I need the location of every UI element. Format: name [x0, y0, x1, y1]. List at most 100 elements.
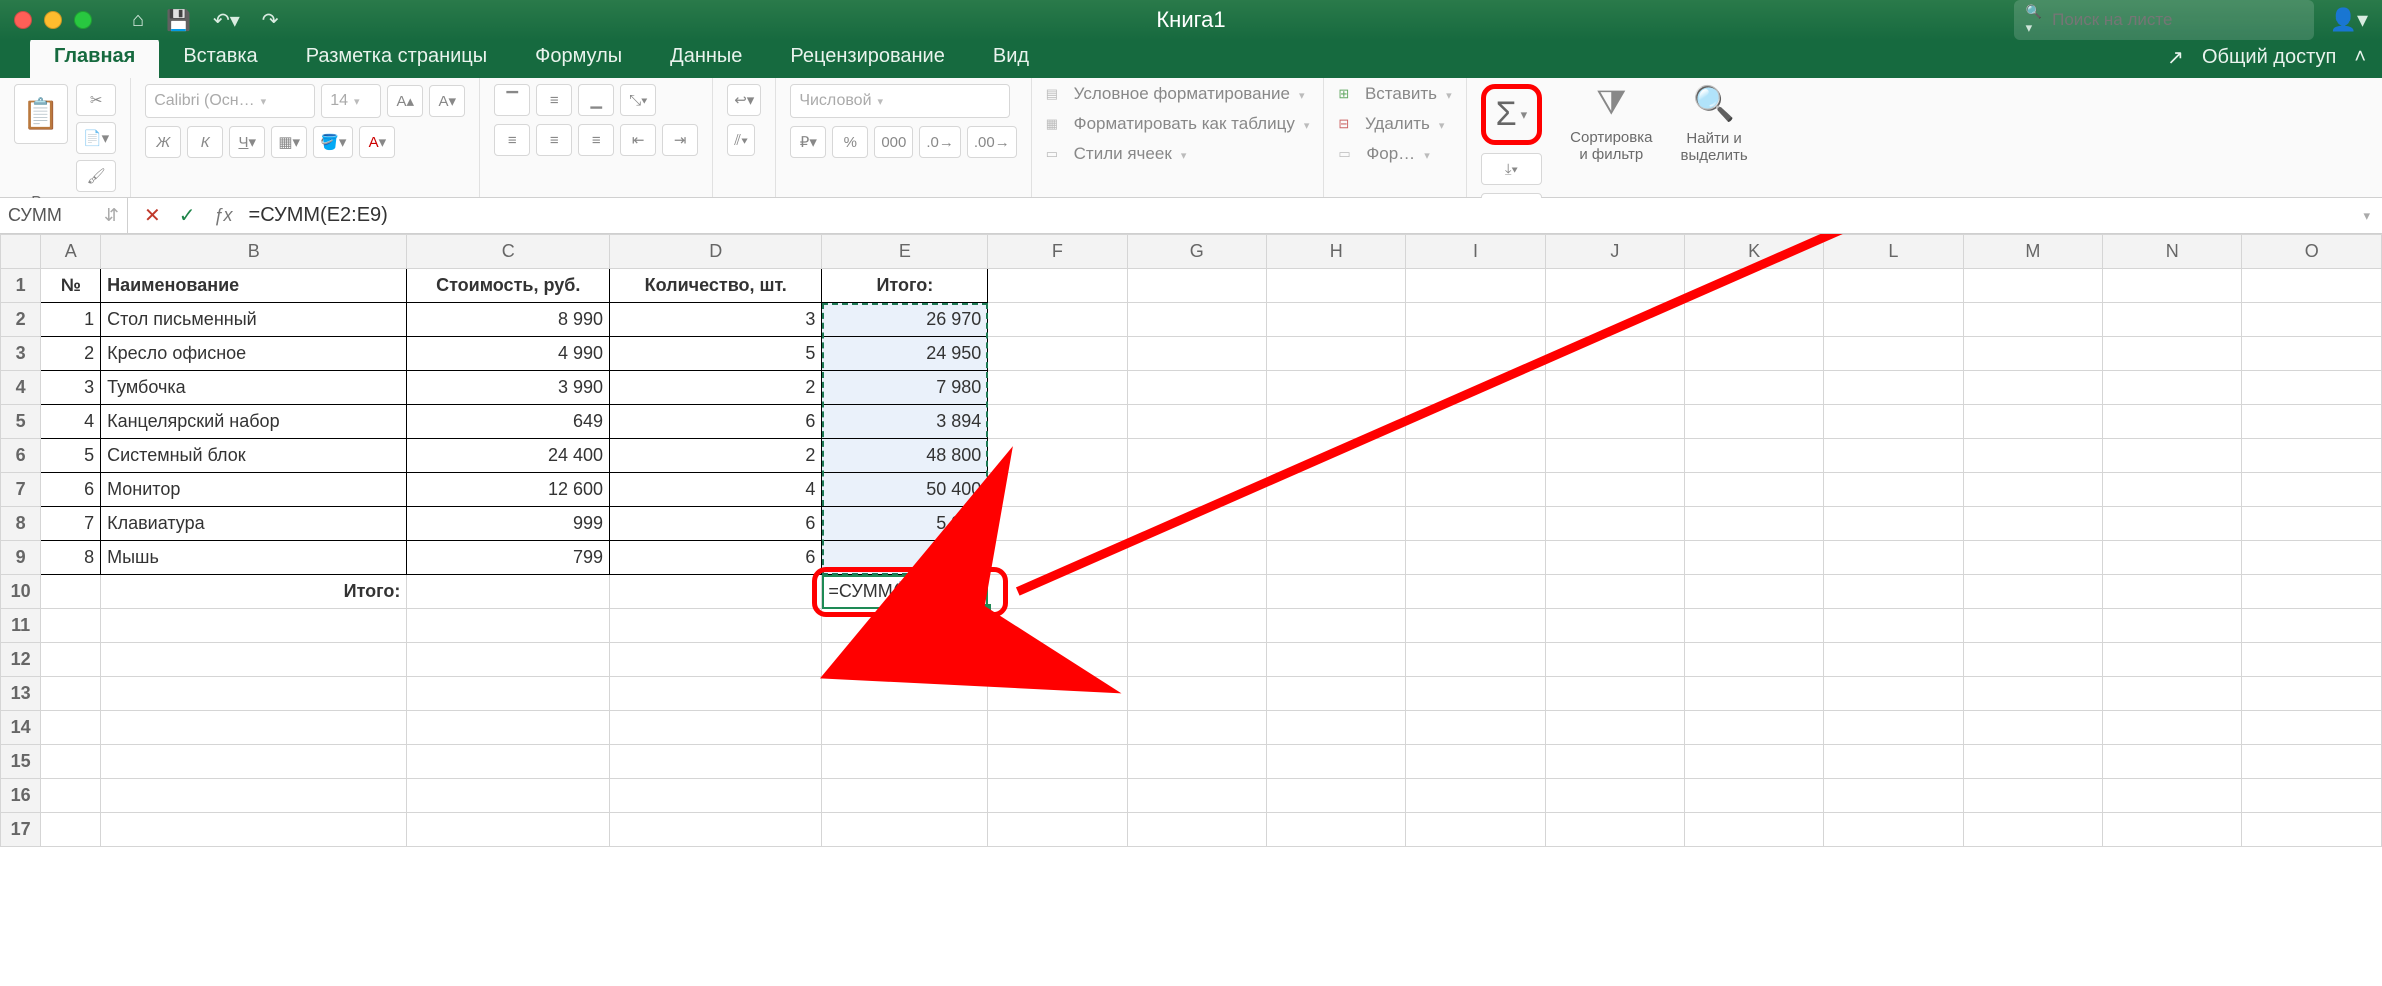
cell-F4[interactable]: [988, 371, 1127, 405]
cell-N9[interactable]: [2103, 541, 2242, 575]
cell-K1[interactable]: [1684, 269, 1823, 303]
cell-A16[interactable]: [41, 779, 101, 813]
cell-A6[interactable]: 5: [41, 439, 101, 473]
undo-icon[interactable]: ↶▾: [213, 8, 240, 33]
cell-M12[interactable]: [1963, 643, 2103, 677]
cell-F2[interactable]: [988, 303, 1127, 337]
cell-K7[interactable]: [1684, 473, 1823, 507]
cell-H13[interactable]: [1267, 677, 1406, 711]
cell-A17[interactable]: [41, 813, 101, 847]
cell-C15[interactable]: [407, 745, 610, 779]
row-header-2[interactable]: 2: [1, 303, 41, 337]
cell-A2[interactable]: 1: [41, 303, 101, 337]
wrap-text-button[interactable]: ↩▾: [727, 84, 761, 116]
cell-F11[interactable]: [988, 609, 1127, 643]
cell-F17[interactable]: [988, 813, 1127, 847]
cell-J10[interactable]: [1545, 575, 1684, 609]
select-all-corner[interactable]: [1, 235, 41, 269]
number-format-select[interactable]: Числовой: [790, 84, 1010, 118]
cell-K8[interactable]: [1684, 507, 1823, 541]
cell-N2[interactable]: [2103, 303, 2242, 337]
cell-N8[interactable]: [2103, 507, 2242, 541]
row-header-11[interactable]: 11: [1, 609, 41, 643]
cell-M5[interactable]: [1963, 405, 2103, 439]
close-button[interactable]: [14, 11, 32, 29]
cell-G5[interactable]: [1127, 405, 1266, 439]
formula-bar-expand-icon[interactable]: ▾: [2351, 208, 2382, 224]
cell-K3[interactable]: [1684, 337, 1823, 371]
cell-C4[interactable]: 3 990: [407, 371, 610, 405]
cell-J14[interactable]: [1545, 711, 1684, 745]
align-bottom-button[interactable]: ▁: [578, 84, 614, 116]
cell-E8[interactable]: 5 994: [822, 507, 988, 541]
cell-I1[interactable]: [1406, 269, 1545, 303]
cell-B17[interactable]: [101, 813, 407, 847]
cell-L17[interactable]: [1824, 813, 1963, 847]
row-header-4[interactable]: 4: [1, 371, 41, 405]
paste-button[interactable]: 📋: [14, 84, 68, 144]
merge-button[interactable]: ⫽▾: [727, 124, 755, 156]
cell-H3[interactable]: [1267, 337, 1406, 371]
cell-K2[interactable]: [1684, 303, 1823, 337]
underline-button[interactable]: Ч▾: [229, 126, 265, 158]
row-header-7[interactable]: 7: [1, 473, 41, 507]
cell-A13[interactable]: [41, 677, 101, 711]
cell-C11[interactable]: [407, 609, 610, 643]
cell-L6[interactable]: [1824, 439, 1963, 473]
cell-I17[interactable]: [1406, 813, 1545, 847]
cell-M16[interactable]: [1963, 779, 2103, 813]
format-cells-button[interactable]: Фор…: [1366, 144, 1429, 164]
cell-E17[interactable]: [822, 813, 988, 847]
sort-filter-icon[interactable]: ⧩: [1596, 84, 1626, 123]
cell-O1[interactable]: [2242, 269, 2382, 303]
cell-L16[interactable]: [1824, 779, 1963, 813]
cell-M4[interactable]: [1963, 371, 2103, 405]
fx-icon[interactable]: ƒx: [214, 205, 233, 226]
copy-button[interactable]: 📄▾: [76, 122, 116, 154]
cell-N13[interactable]: [2103, 677, 2242, 711]
align-right-button[interactable]: ≡: [578, 124, 614, 156]
cell-G16[interactable]: [1127, 779, 1266, 813]
cell-O14[interactable]: [2242, 711, 2382, 745]
cell-O12[interactable]: [2242, 643, 2382, 677]
cell-N15[interactable]: [2103, 745, 2242, 779]
cell-L14[interactable]: [1824, 711, 1963, 745]
cell-D1[interactable]: Количество, шт.: [610, 269, 822, 303]
cell-K12[interactable]: [1684, 643, 1823, 677]
minimize-button[interactable]: [44, 11, 62, 29]
cell-O16[interactable]: [2242, 779, 2382, 813]
cell-C8[interactable]: 999: [407, 507, 610, 541]
cell-N5[interactable]: [2103, 405, 2242, 439]
cell-B11[interactable]: [101, 609, 407, 643]
cell-G14[interactable]: [1127, 711, 1266, 745]
sheet-search[interactable]: 🔍▾: [2014, 0, 2314, 40]
cell-M13[interactable]: [1963, 677, 2103, 711]
cell-E16[interactable]: [822, 779, 988, 813]
cell-H17[interactable]: [1267, 813, 1406, 847]
cell-C16[interactable]: [407, 779, 610, 813]
col-header-B[interactable]: B: [101, 235, 407, 269]
cell-B14[interactable]: [101, 711, 407, 745]
increase-indent-button[interactable]: ⇥: [662, 124, 698, 156]
align-middle-button[interactable]: ≡: [536, 84, 572, 116]
cell-B10[interactable]: Итого:: [101, 575, 407, 609]
cell-F5[interactable]: [988, 405, 1127, 439]
tab-page-layout[interactable]: Разметка страницы: [282, 37, 511, 78]
cell-N17[interactable]: [2103, 813, 2242, 847]
cell-H8[interactable]: [1267, 507, 1406, 541]
save-icon[interactable]: 💾: [166, 8, 191, 33]
cell-A8[interactable]: 7: [41, 507, 101, 541]
tab-data[interactable]: Данные: [646, 37, 766, 78]
search-input[interactable]: [2052, 10, 2301, 30]
cell-G2[interactable]: [1127, 303, 1266, 337]
cell-D17[interactable]: [610, 813, 822, 847]
cell-H10[interactable]: [1267, 575, 1406, 609]
cell-G13[interactable]: [1127, 677, 1266, 711]
cell-F14[interactable]: [988, 711, 1127, 745]
cell-G1[interactable]: [1127, 269, 1266, 303]
cell-F9[interactable]: [988, 541, 1127, 575]
col-header-F[interactable]: F: [988, 235, 1127, 269]
collapse-ribbon-icon[interactable]: ˄: [2354, 46, 2366, 69]
cell-M2[interactable]: [1963, 303, 2103, 337]
cell-G9[interactable]: [1127, 541, 1266, 575]
